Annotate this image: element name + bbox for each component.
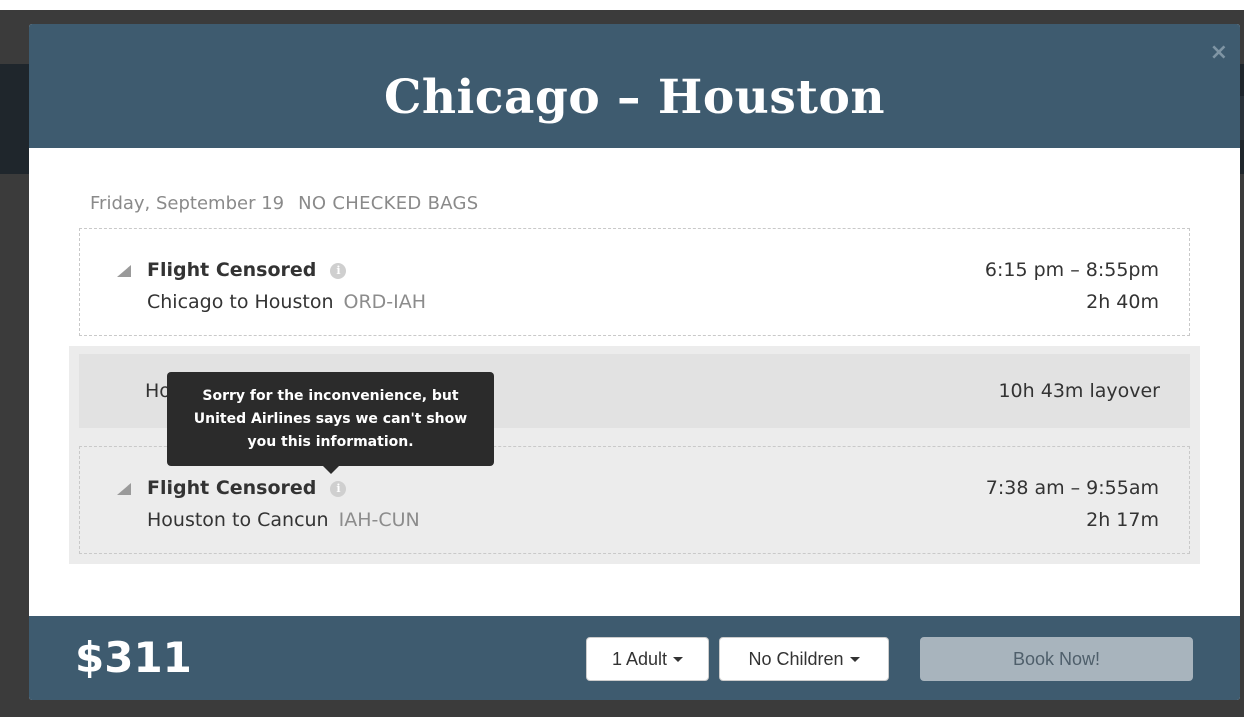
flight-name-row: Flight Censored i (147, 477, 347, 499)
info-icon[interactable]: i (330, 481, 347, 497)
total-price: $311 (75, 633, 192, 682)
info-icon[interactable]: i (330, 263, 347, 279)
adults-dropdown-label: 1 Adult (611, 649, 668, 669)
tooltip-arrow (323, 466, 339, 474)
airport-codes: ORD-IAH (343, 291, 427, 313)
flight-route: Chicago to Houston (147, 291, 334, 313)
layover-duration: 10h 43m layover (998, 380, 1160, 402)
background-page-top (0, 0, 1244, 10)
book-now-button[interactable]: Book Now! (920, 637, 1193, 681)
background-page-edge (1240, 96, 1244, 140)
flight-name: Flight Censored (147, 259, 317, 281)
modal-header: Chicago – Houston × (29, 24, 1240, 148)
bags-info: NO CHECKED BAGS (298, 193, 479, 214)
adults-dropdown[interactable]: 1 Adult (586, 637, 709, 681)
flight-name: Flight Censored (147, 477, 317, 499)
caret-down-icon (849, 657, 860, 662)
flight-name-row: Flight Censored i (147, 259, 347, 281)
children-dropdown-label: No Children (748, 649, 844, 669)
flight-times: 7:38 am – 9:55am (985, 477, 1159, 499)
modal-footer: $311 1 Adult No Children Book Now! (29, 616, 1240, 700)
children-dropdown[interactable]: No Children (719, 637, 889, 681)
flight-duration: 2h 17m (1086, 509, 1159, 531)
modal-title: Chicago – Houston (383, 70, 886, 125)
trip-date: Friday, September 19 (90, 193, 285, 214)
flight-segment: Flight Censored i Chicago to Houston ORD-I… (79, 228, 1190, 336)
flight-route-row: Houston to Cancun IAH-CUN (147, 509, 420, 531)
flight-route-row: Chicago to Houston ORD-IAH (147, 291, 426, 313)
plane-icon (117, 483, 131, 495)
flight-times: 6:15 pm – 8:55pm (984, 259, 1159, 281)
flight-route: Houston to Cancun (147, 509, 329, 531)
flight-details-modal: Chicago – Houston × Friday, September 19… (29, 24, 1240, 700)
trip-meta: Friday, September 19 NO CHECKED BAGS (90, 193, 479, 214)
info-tooltip: Sorry for the inconvenience, but United … (167, 372, 494, 466)
close-icon[interactable]: × (1210, 42, 1228, 64)
flight-duration: 2h 40m (1086, 291, 1159, 313)
plane-icon (117, 265, 131, 277)
airport-codes: IAH-CUN (338, 509, 420, 531)
caret-down-icon (673, 657, 684, 662)
